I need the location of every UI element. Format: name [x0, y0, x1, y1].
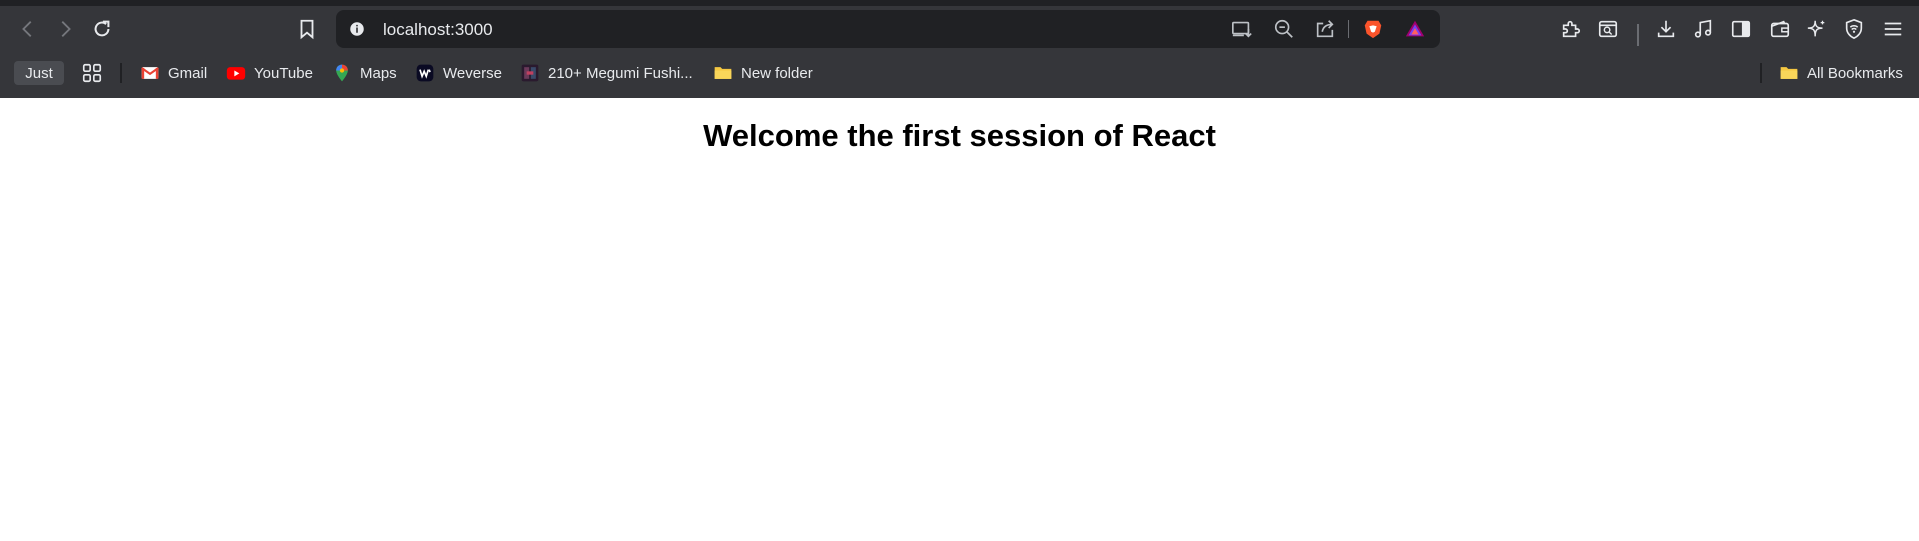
- tab-search-button[interactable]: [1592, 13, 1624, 45]
- bookmark-page-button[interactable]: [291, 13, 323, 45]
- leo-ai-button[interactable]: [1801, 13, 1833, 45]
- url-text[interactable]: localhost:3000: [383, 20, 493, 40]
- bookmark-maps[interactable]: Maps: [332, 60, 397, 86]
- bookmark-megumi[interactable]: 210+ Megumi Fushi...: [520, 60, 693, 86]
- hamburger-menu-icon: [1884, 22, 1902, 36]
- back-button[interactable]: [12, 13, 44, 45]
- apps-button[interactable]: [80, 60, 104, 86]
- bookmark-label: New folder: [741, 64, 813, 82]
- zoom-out-icon: [1274, 19, 1293, 38]
- bookmark-label: Maps: [360, 64, 397, 82]
- brave-rewards-icon: [1405, 20, 1425, 37]
- bookmark-youtube[interactable]: YouTube: [226, 60, 313, 86]
- vpn-button[interactable]: [1838, 13, 1870, 45]
- all-bookmarks-label: All Bookmarks: [1807, 64, 1903, 82]
- site-info-button[interactable]: [346, 18, 368, 40]
- forward-arrow-icon: [61, 21, 71, 37]
- bookmark-weverse[interactable]: Weverse: [415, 60, 502, 86]
- brave-shields-button[interactable]: [1360, 17, 1386, 41]
- wallet-button[interactable]: [1764, 13, 1796, 45]
- address-bar[interactable]: localhost:3000: [336, 10, 1440, 48]
- share-icon: [1316, 20, 1334, 38]
- youtube-icon: [226, 67, 246, 80]
- apps-grid-icon: [82, 63, 102, 83]
- bookmarks-divider: [120, 63, 122, 83]
- back-arrow-icon: [22, 21, 32, 37]
- toolbar-divider: [1637, 24, 1639, 46]
- main-menu-button[interactable]: [1877, 13, 1909, 45]
- bookmark-label: Weverse: [443, 64, 502, 82]
- brave-rewards-button[interactable]: [1402, 17, 1428, 41]
- puzzle-icon: [1562, 20, 1581, 38]
- extensions-button[interactable]: [1555, 13, 1587, 45]
- forward-button[interactable]: [49, 13, 81, 45]
- bookmark-chip-just[interactable]: Just: [14, 61, 64, 85]
- shield-wifi-icon: [1845, 18, 1863, 40]
- media-controls-button[interactable]: [1687, 13, 1719, 45]
- bookmark-label: Gmail: [168, 64, 208, 82]
- bookmarks-bar: Just Gmail YouTube Maps Weverse 210+ Meg…: [0, 52, 1919, 96]
- music-note-icon: [1694, 19, 1712, 38]
- maps-icon: [336, 64, 348, 82]
- info-icon: [350, 22, 364, 36]
- bookmark-label: 210+ Megumi Fushi...: [548, 64, 693, 82]
- wallet-icon: [1770, 20, 1790, 38]
- omnibox-divider: [1348, 20, 1349, 38]
- bookmark-label: YouTube: [254, 64, 313, 82]
- reload-button[interactable]: [86, 13, 118, 45]
- site-favicon-icon: [521, 64, 539, 82]
- install-app-button[interactable]: [1229, 17, 1255, 41]
- folder-icon: [1780, 67, 1798, 79]
- brave-lion-icon: [1364, 20, 1382, 39]
- browser-toolbar: localhost:3000: [0, 6, 1919, 52]
- downloads-button[interactable]: [1650, 13, 1682, 45]
- share-button[interactable]: [1312, 17, 1338, 41]
- weverse-icon: [416, 64, 434, 82]
- ai-sparkle-icon: [1807, 20, 1825, 37]
- gmail-icon: [141, 67, 159, 79]
- sidebar-icon: [1731, 20, 1751, 38]
- all-bookmarks-divider: [1760, 63, 1762, 83]
- reload-icon: [94, 20, 110, 37]
- bookmark-icon: [300, 19, 314, 40]
- page-viewport: Welcome the first session of React: [0, 98, 1919, 541]
- install-app-icon: [1232, 21, 1252, 38]
- page-heading: Welcome the first session of React: [703, 118, 1216, 153]
- zoom-button[interactable]: [1271, 17, 1297, 41]
- bookmark-folder-new-folder[interactable]: New folder: [713, 60, 813, 86]
- bookmark-gmail[interactable]: Gmail: [140, 60, 207, 86]
- folder-icon: [714, 67, 732, 79]
- sidebar-button[interactable]: [1725, 13, 1757, 45]
- browser-chrome: localhost:3000 Just Gmail YouTube Maps W…: [0, 0, 1919, 98]
- download-icon: [1657, 20, 1675, 38]
- all-bookmarks-button[interactable]: All Bookmarks: [1779, 60, 1903, 86]
- tab-search-icon: [1598, 20, 1618, 38]
